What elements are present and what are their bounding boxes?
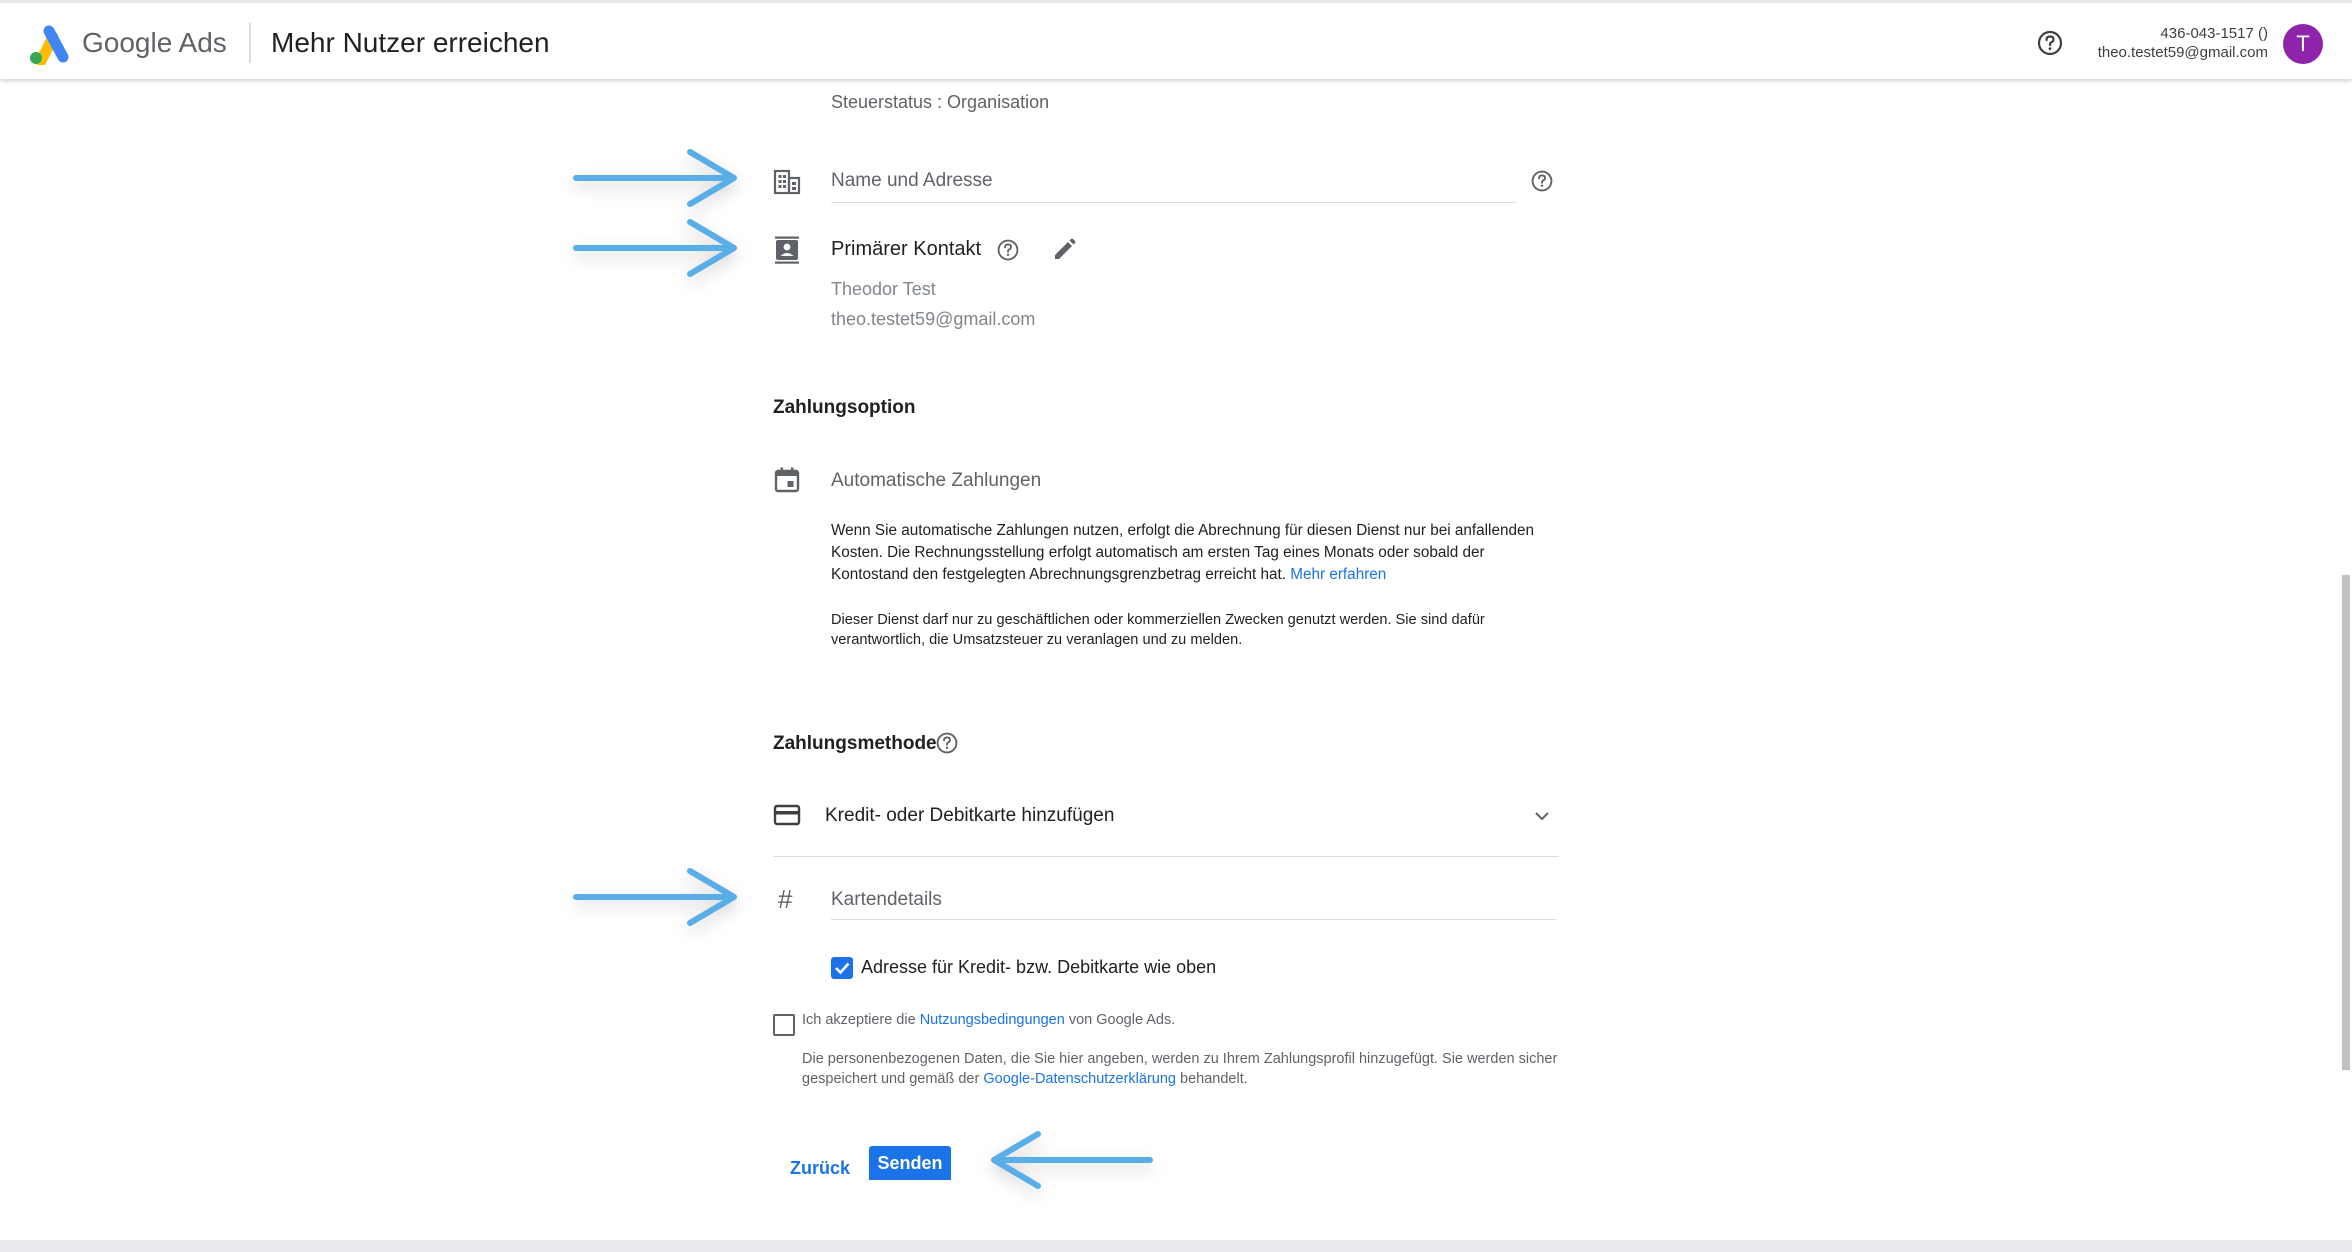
same-address-checkbox[interactable] [831,957,853,979]
name-address-field[interactable]: Name und Adresse [831,170,993,192]
send-button[interactable]: Senden [869,1146,951,1180]
check-icon [835,962,850,975]
help-icon[interactable] [2036,29,2064,57]
app-header: Google Ads Mehr Nutzer erreichen 436-043… [0,3,2352,79]
annotation-arrow-primary-contact [573,219,737,277]
hash-icon: # [778,884,793,914]
bottom-bar [0,1240,2352,1252]
accept-terms-checkbox[interactable] [773,1014,795,1036]
account-id[interactable]: 436-043-1517 () [2160,25,2268,42]
same-address-label[interactable]: Adresse für Kredit- bzw. Debitkarte wie … [861,957,1216,978]
card-details-underline [831,919,1556,920]
avatar[interactable]: T [2283,24,2323,64]
calendar-icon [773,466,803,496]
google-ads-logo-icon[interactable] [27,25,71,67]
primary-contact-help-icon[interactable] [996,238,1020,262]
back-button[interactable]: Zurück [782,1151,858,1185]
annotation-arrow-card-details [573,868,737,926]
payment-option-desc-text: Wenn Sie automatische Zahlungen nutzen, … [831,522,1534,583]
learn-more-link[interactable]: Mehr erfahren [1290,566,1386,583]
contact-email: theo.testet59@gmail.com [831,309,1036,329]
terms-prefix: Ich akzeptiere die [802,1012,916,1028]
name-address-help-icon[interactable] [1530,169,1554,193]
payment-method-divider [773,856,1559,857]
payment-method-help-icon[interactable] [935,731,959,755]
payment-option-title: Zahlungsoption [773,397,916,418]
business-icon [772,167,802,197]
primary-contact-label: Primärer Kontakt [831,238,982,260]
tax-status: Steuerstatus : Organisation [831,92,1050,112]
privacy-notice: Die personenbezogenen Daten, die Sie hie… [802,1049,1562,1089]
account-email[interactable]: theo.testet59@gmail.com [2098,44,2268,61]
payment-option-description: Wenn Sie automatische Zahlungen nutzen, … [831,520,1566,586]
header-divider [249,23,251,63]
payment-method-selected[interactable]: Kredit- oder Debitkarte hinzufügen [825,805,1114,827]
accept-terms-text: Ich akzeptiere die Nutzungsbedingungen v… [802,1012,1175,1028]
privacy-suffix: behandelt. [1180,1071,1248,1087]
business-use-notice: Dieser Dienst darf nur zu geschäftlichen… [831,612,1485,648]
annotation-arrow-name-address [573,149,737,207]
annotation-arrow-send [991,1131,1153,1189]
payment-method-title: Zahlungsmethode [773,733,937,754]
brand-name: Google Ads [82,27,227,58]
terms-suffix: von Google Ads. [1068,1012,1176,1028]
name-address-underline [831,202,1516,203]
chevron-down-icon[interactable] [1531,805,1553,827]
contact-icon [772,235,802,265]
terms-link[interactable]: Nutzungsbedingungen [920,1012,1065,1028]
payment-option-value[interactable]: Automatische Zahlungen [831,470,1041,492]
edit-pencil-icon[interactable] [1051,237,1077,263]
credit-card-icon [773,803,801,827]
card-details-field[interactable]: Kartendetails [831,889,942,911]
scrollbar-thumb[interactable] [2342,575,2350,1070]
contact-name: Theodor Test [831,279,936,299]
page-title: Mehr Nutzer erreichen [271,27,550,58]
privacy-policy-link[interactable]: Google-Datenschutzerklärung [983,1071,1176,1087]
